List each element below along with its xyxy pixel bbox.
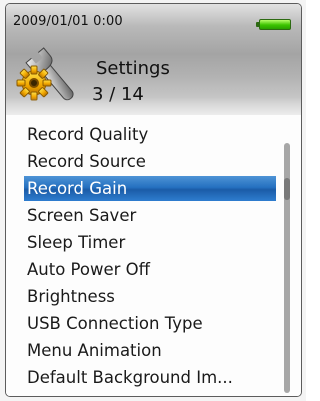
menu-item-auto-power-off[interactable]: Auto Power Off — [24, 257, 276, 282]
page-title: Settings — [96, 58, 170, 79]
menu-item-screen-saver[interactable]: Screen Saver — [24, 203, 276, 228]
screen-frame: 2009/01/01 0:00 Settings 3 / 14 Record Q… — [5, 3, 302, 397]
header-panel: 2009/01/01 0:00 Settings 3 / 14 — [6, 4, 301, 116]
menu-item-usb-connection-type[interactable]: USB Connection Type — [24, 311, 276, 336]
menu-item-record-gain[interactable]: Record Gain — [24, 176, 276, 201]
settings-menu-list[interactable]: Record Quality Record Source Record Gain… — [6, 115, 301, 396]
menu-item-record-quality[interactable]: Record Quality — [24, 122, 276, 147]
device-screen: 2009/01/01 0:00 Settings 3 / 14 Record Q… — [0, 0, 306, 401]
menu-item-menu-animation[interactable]: Menu Animation — [24, 338, 276, 363]
item-counter: 3 / 14 — [92, 84, 144, 105]
battery-icon — [256, 19, 291, 30]
menu-item-sleep-timer[interactable]: Sleep Timer — [24, 230, 276, 255]
menu-item-brightness[interactable]: Brightness — [24, 284, 276, 309]
menu-item-record-source[interactable]: Record Source — [24, 149, 276, 174]
datetime-display: 2009/01/01 0:00 — [13, 14, 123, 29]
scrollbar-thumb[interactable] — [284, 178, 290, 200]
menu-item-default-background-image[interactable]: Default Background Im... — [24, 365, 276, 390]
settings-gear-wrench-icon — [16, 47, 74, 101]
